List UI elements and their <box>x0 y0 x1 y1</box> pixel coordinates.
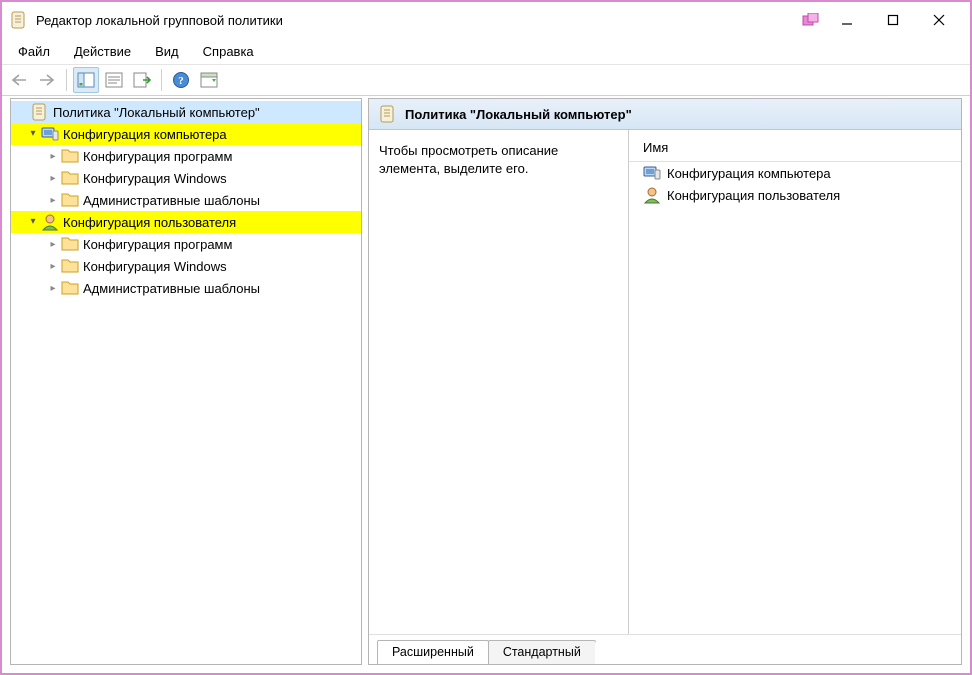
folder-icon <box>61 279 79 297</box>
scroll-icon <box>379 105 397 123</box>
tree-item[interactable]: Конфигурация Windows <box>11 167 361 189</box>
chevron-right-icon[interactable] <box>45 261 61 272</box>
tree-label: Конфигурация программ <box>83 237 232 252</box>
menu-view[interactable]: Вид <box>145 42 189 61</box>
properties-button[interactable] <box>101 67 127 93</box>
app-icon <box>10 11 28 29</box>
tree-label: Политика "Локальный компьютер" <box>53 105 260 120</box>
chevron-right-icon[interactable] <box>45 195 61 206</box>
toolbar-separator <box>161 69 162 91</box>
folder-icon <box>61 235 79 253</box>
tab-extended[interactable]: Расширенный <box>377 640 489 664</box>
tree-label: Конфигурация Windows <box>83 259 227 274</box>
folder-icon <box>61 147 79 165</box>
tree-label: Конфигурация компьютера <box>63 127 227 142</box>
tree-label: Административные шаблоны <box>83 193 260 208</box>
computer-icon <box>643 164 661 182</box>
list-item[interactable]: Конфигурация пользователя <box>629 184 961 206</box>
tree-computer-config[interactable]: Конфигурация компьютера <box>11 123 361 145</box>
tree-item[interactable]: Конфигурация программ <box>11 145 361 167</box>
tree-item[interactable]: Административные шаблоны <box>11 277 361 299</box>
chevron-right-icon[interactable] <box>45 173 61 184</box>
details-pane: Политика "Локальный компьютер" Чтобы про… <box>368 98 962 665</box>
close-button[interactable] <box>916 5 962 35</box>
details-header: Политика "Локальный компьютер" <box>369 99 961 130</box>
help-button[interactable]: ? <box>168 67 194 93</box>
maximize-button[interactable] <box>870 5 916 35</box>
tree-item[interactable]: Конфигурация Windows <box>11 255 361 277</box>
tree-pane: Политика "Локальный компьютер" Конфигура… <box>10 98 362 665</box>
nav-forward-button[interactable] <box>34 67 60 93</box>
taskbar-overlay-icon <box>802 13 820 27</box>
tab-strip: Расширенный Стандартный <box>369 634 961 664</box>
toolbar: ? <box>2 64 970 96</box>
list-item-label: Конфигурация пользователя <box>667 188 840 203</box>
details-description: Чтобы просмотреть описание элемента, выд… <box>369 130 629 634</box>
tree-label: Конфигурация программ <box>83 149 232 164</box>
folder-icon <box>61 191 79 209</box>
column-header-name[interactable]: Имя <box>629 134 961 162</box>
scroll-icon <box>31 103 49 121</box>
list-item[interactable]: Конфигурация компьютера <box>629 162 961 184</box>
chevron-down-icon[interactable] <box>25 129 41 140</box>
folder-icon <box>61 257 79 275</box>
show-tree-button[interactable] <box>73 67 99 93</box>
chevron-down-icon[interactable] <box>25 217 41 228</box>
chevron-right-icon[interactable] <box>45 283 61 294</box>
minimize-button[interactable] <box>824 5 870 35</box>
computer-icon <box>41 125 59 143</box>
export-button[interactable] <box>129 67 155 93</box>
tree-label: Конфигурация Windows <box>83 171 227 186</box>
nav-back-button[interactable] <box>6 67 32 93</box>
window-title: Редактор локальной групповой политики <box>36 13 802 28</box>
chevron-right-icon[interactable] <box>45 151 61 162</box>
details-list: Имя Конфигурация компьютера Конфигурация… <box>629 130 961 634</box>
details-title: Политика "Локальный компьютер" <box>405 107 632 122</box>
tree-label: Конфигурация пользователя <box>63 215 236 230</box>
user-icon <box>643 186 661 204</box>
tree-item[interactable]: Конфигурация программ <box>11 233 361 255</box>
folder-icon <box>61 169 79 187</box>
menubar: Файл Действие Вид Справка <box>2 38 970 64</box>
tree-user-config[interactable]: Конфигурация пользователя <box>11 211 361 233</box>
menu-action[interactable]: Действие <box>64 42 141 61</box>
filter-button[interactable] <box>196 67 222 93</box>
titlebar: Редактор локальной групповой политики <box>2 2 970 38</box>
tree-label: Административные шаблоны <box>83 281 260 296</box>
user-icon <box>41 213 59 231</box>
tab-standard[interactable]: Стандартный <box>488 640 596 664</box>
window-frame: Редактор локальной групповой политики Фа… <box>0 0 972 675</box>
policy-tree[interactable]: Политика "Локальный компьютер" Конфигура… <box>11 99 361 301</box>
menu-help[interactable]: Справка <box>193 42 264 61</box>
details-body: Чтобы просмотреть описание элемента, выд… <box>369 130 961 634</box>
toolbar-separator <box>66 69 67 91</box>
chevron-right-icon[interactable] <box>45 239 61 250</box>
content-area: Политика "Локальный компьютер" Конфигура… <box>10 98 962 665</box>
list-item-label: Конфигурация компьютера <box>667 166 831 181</box>
menu-file[interactable]: Файл <box>8 42 60 61</box>
tree-root[interactable]: Политика "Локальный компьютер" <box>11 101 361 123</box>
svg-text:?: ? <box>178 75 184 87</box>
tree-item[interactable]: Административные шаблоны <box>11 189 361 211</box>
